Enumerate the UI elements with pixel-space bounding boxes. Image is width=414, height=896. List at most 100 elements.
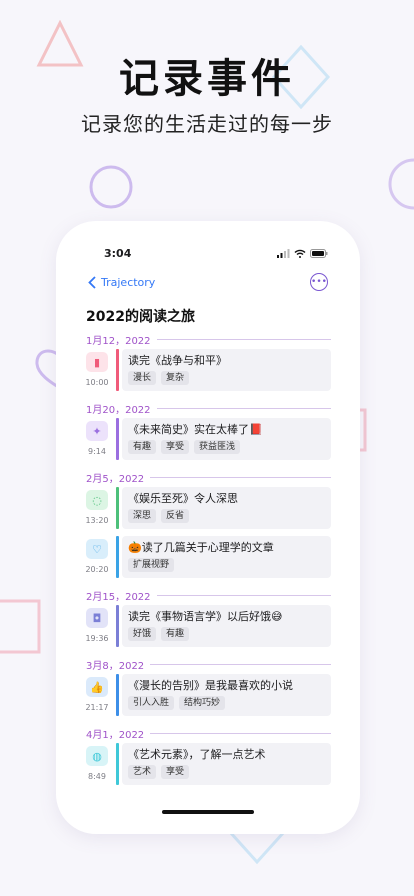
date-label: 3月8，2022 [86,660,145,672]
tag-chip[interactable]: 获益匪浅 [194,440,241,454]
timeline-entry[interactable]: 👍 21:17 《漫长的告别》是我最喜欢的小说 引人入胜 结构巧妙 [85,674,331,720]
entry-color-bar [116,536,119,578]
date-divider [156,338,331,340]
entry-color-bar [116,605,119,647]
entry-time: 13:20 [85,516,109,525]
tag-chip[interactable]: 引人入胜 [128,696,175,710]
status-bar: 3:04 [56,247,360,263]
entry-title: 《娱乐至死》令人深思 [128,492,238,505]
cake-icon: ◘ [86,608,108,628]
thumbs-up-icon: 👍 [86,677,108,697]
ellipsis-circle-icon: ••• [311,277,327,287]
entry-card[interactable]: 🎃读了几篇关于心理学的文章 扩展视野 [122,536,331,578]
page-title: 2022的阅读之旅 [86,309,195,325]
hero-subtitle: 记录您的生活走过的每一步 [81,112,333,136]
date-header: 2月5，2022 [86,467,331,487]
status-icons [277,249,328,258]
back-label: Trajectory [101,276,156,289]
date-divider [150,732,331,734]
entry-color-bar [116,487,119,529]
entry-tags: 艺术 享受 [128,765,325,779]
date-divider [156,594,331,596]
entry-tags: 深思 反省 [128,509,325,523]
entry-title: 🎃读了几篇关于心理学的文章 [128,541,274,554]
entry-color-bar [116,743,119,785]
entry-time: 19:36 [85,634,109,643]
entry-card[interactable]: 《娱乐至死》令人深思 深思 反省 [122,487,331,529]
timeline-entry[interactable]: ◘ 19:36 读完《事物语言学》以后好饿😅 好饿 有趣 [85,605,331,651]
crescent-decoration [388,158,414,210]
date-divider [150,476,331,478]
date-divider [156,407,331,409]
tag-chip[interactable]: 艺术 [128,765,157,779]
entry-card[interactable]: 读完《事物语言学》以后好饿😅 好饿 有趣 [122,605,331,647]
tag-chip[interactable]: 结构巧妙 [179,696,226,710]
tag-chip[interactable]: 漫长 [128,371,157,385]
date-header: 4月1，2022 [86,723,331,743]
tag-chip[interactable]: 扩展视野 [128,558,175,572]
tag-chip[interactable]: 享受 [161,765,190,779]
status-time: 3:04 [104,247,132,260]
tag-chip[interactable]: 有趣 [161,627,190,641]
home-indicator [162,810,254,814]
entry-tags: 扩展视野 [128,558,325,572]
back-button[interactable]: Trajectory [88,276,155,289]
battery-icon [310,249,328,258]
hero-title: 记录事件 [119,56,295,102]
entry-tags: 引人入胜 结构巧妙 [128,696,325,710]
date-header: 3月8，2022 [86,654,331,674]
chevron-left-icon [88,276,96,289]
date-label: 4月1，2022 [86,729,145,741]
timeline-entry[interactable]: ◍ 8:49 《艺术元素》，了解一点艺术 艺术 享受 [86,743,331,789]
tag-chip[interactable]: 好饿 [128,627,157,641]
entry-time: 8:49 [88,772,106,781]
entry-time: 20:20 [85,565,109,574]
date-header: 1月12，2022 [86,329,331,349]
tag-chip[interactable]: 反省 [161,509,190,523]
timeline: 1月12，2022 ▮ 10:00 读完《战争与和平》 漫长 复杂 1月20，2022 ✦ 9:… [85,329,331,792]
timeline-entry[interactable]: ♡ 20:20 🎃读了几篇关于心理学的文章 扩展视野 [85,536,331,582]
entry-color-bar [116,418,119,460]
circle-decoration [89,165,133,209]
tag-chip[interactable]: 复杂 [161,371,190,385]
nav-bar: Trajectory ••• [56,273,360,295]
palette-icon: ◍ [86,746,108,766]
entry-card[interactable]: 读完《战争与和平》 漫长 复杂 [122,349,331,391]
entry-card[interactable]: 《未来简史》实在太棒了📕 有趣 享受 获益匪浅 [122,418,331,460]
date-header: 1月20，2022 [86,398,331,418]
phone-mockup: 3:04 Trajectory ••• 2022的阅读之旅 1月12，2022 … [56,221,360,834]
entry-time: 21:17 [85,703,109,712]
entry-tags: 好饿 有趣 [128,627,325,641]
date-divider [150,663,331,665]
date-label: 1月20，2022 [86,404,151,416]
timeline-entry[interactable]: ✦ 9:14 《未来简史》实在太棒了📕 有趣 享受 获益匪浅 [86,418,331,464]
entry-time: 10:00 [85,378,109,387]
heart-icon: ♡ [86,539,108,559]
entry-card[interactable]: 《艺术元素》，了解一点艺术 艺术 享受 [122,743,331,785]
more-button[interactable]: ••• [310,273,328,291]
date-label: 2月15，2022 [86,591,151,603]
entry-title: 读完《战争与和平》 [128,354,227,367]
tag-chip[interactable]: 有趣 [128,440,157,454]
entry-time: 9:14 [88,447,106,456]
tag-chip[interactable]: 享受 [161,440,190,454]
entry-title: 读完《事物语言学》以后好饿😅 [128,610,283,623]
entry-tags: 漫长 复杂 [128,371,325,385]
entry-title: 《艺术元素》，了解一点艺术 [128,748,266,761]
date-header: 2月15，2022 [86,585,331,605]
lightbulb-icon: ◌ [86,490,108,510]
entry-color-bar [116,674,119,716]
sparkles-icon: ✦ [86,421,108,441]
signal-icon [277,249,290,258]
book-icon: ▮ [86,352,108,372]
wifi-icon [294,249,306,258]
date-label: 1月12，2022 [86,335,151,347]
timeline-entry[interactable]: ▮ 10:00 读完《战争与和平》 漫长 复杂 [85,349,331,395]
date-label: 2月5，2022 [86,473,145,485]
entry-color-bar [116,349,119,391]
square-decoration [0,599,41,654]
timeline-entry[interactable]: ◌ 13:20 《娱乐至死》令人深思 深思 反省 [85,487,331,533]
entry-card[interactable]: 《漫长的告别》是我最喜欢的小说 引人入胜 结构巧妙 [122,674,331,716]
tag-chip[interactable]: 深思 [128,509,157,523]
entry-title: 《未来简史》实在太棒了📕 [128,423,263,436]
